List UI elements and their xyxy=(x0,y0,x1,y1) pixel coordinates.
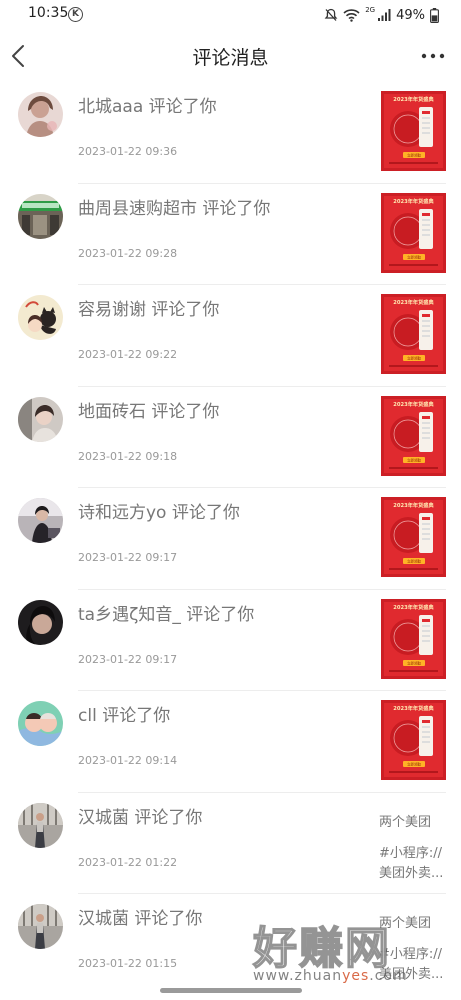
message-title: cll 评论了你 xyxy=(78,706,171,726)
post-thumbnail[interactable]: 2023年年货盛典 立即领取 xyxy=(381,598,446,679)
status-time: 10:35 xyxy=(28,5,69,21)
comment-preview[interactable]: 两个美团 #小程序://美团外卖... xyxy=(379,813,451,884)
svg-text:2023年年货盛典: 2023年年货盛典 xyxy=(393,197,434,205)
message-title: 诗和远方yo 评论了你 xyxy=(78,503,240,523)
nav-bar: 评论消息 xyxy=(0,30,461,82)
svg-text:2023年年货盛典: 2023年年货盛典 xyxy=(393,298,434,306)
message-title: 地面砖石 评论了你 xyxy=(78,401,220,422)
message-timestamp: 2023-01-22 09:17 xyxy=(78,652,178,666)
message-timestamp: 2023-01-22 01:22 xyxy=(78,855,178,869)
page-title: 评论消息 xyxy=(192,47,269,69)
message-timestamp: 2023-01-22 09:36 xyxy=(78,145,178,158)
user-avatar[interactable] xyxy=(18,599,63,645)
svg-text:2023年年货盛典: 2023年年货盛典 xyxy=(393,400,434,408)
user-avatar[interactable] xyxy=(18,802,63,848)
message-timestamp: 2023-01-22 09:28 xyxy=(78,246,178,260)
message-timestamp: 2023-01-22 09:14 xyxy=(78,754,178,767)
post-thumbnail[interactable]: 2023年年货盛典 立即领取 xyxy=(381,91,446,171)
list-item[interactable]: 汉城菌 评论了你 2023-01-22 01:22 两个美团 #小程序://美团… xyxy=(0,793,461,894)
svg-text:立即领取: 立即领取 xyxy=(407,356,421,361)
svg-text:立即领取: 立即领取 xyxy=(407,457,421,462)
post-thumbnail[interactable]: 2023年年货盛典 立即领取 xyxy=(381,497,446,577)
wifi-icon xyxy=(343,9,360,22)
home-indicator[interactable] xyxy=(160,988,302,993)
status-icons: 2G 49% xyxy=(324,5,439,25)
message-title: 曲周县速购超市 评论了你 xyxy=(78,198,271,219)
battery-percent: 49% xyxy=(396,7,425,23)
list-item[interactable]: 汉城菌 评论了你 2023-01-22 01:15 两个美团 #小程序://美团… xyxy=(0,894,461,996)
post-thumbnail[interactable]: 2023年年货盛典 立即领取 xyxy=(381,192,446,273)
user-avatar[interactable] xyxy=(18,904,63,949)
list-item[interactable]: 容易谢谢 评论了你 2023-01-22 09:22 2023年年货盛典 立即领… xyxy=(0,285,461,387)
svg-text:立即领取: 立即领取 xyxy=(407,762,421,767)
comment-preview[interactable]: 两个美团 #小程序://美团外卖... xyxy=(379,914,451,985)
message-timestamp: 2023-01-22 09:18 xyxy=(78,449,178,463)
list-item[interactable]: 曲周县速购超市 评论了你 2023-01-22 09:28 2023年年货盛典 … xyxy=(0,184,461,285)
svg-text:2023年年货盛典: 2023年年货盛典 xyxy=(393,704,434,712)
message-title: 汉城菌 评论了你 xyxy=(78,909,203,929)
list-item[interactable]: 北城aaa 评论了你 2023-01-22 09:36 2023年年货盛典 立即… xyxy=(0,82,461,184)
message-timestamp: 2023-01-22 09:17 xyxy=(78,551,178,564)
comment-preview-text: 两个美团 xyxy=(379,814,432,830)
more-options-icon[interactable] xyxy=(419,46,447,66)
message-title: 北城aaa 评论了你 xyxy=(78,97,217,117)
svg-text:立即领取: 立即领取 xyxy=(407,559,421,564)
user-avatar[interactable] xyxy=(18,701,63,746)
list-item[interactable]: 地面砖石 评论了你 2023-01-22 09:18 2023年年货盛典 立即领… xyxy=(0,387,461,488)
post-thumbnail[interactable]: 2023年年货盛典 立即领取 xyxy=(381,294,446,374)
svg-text:2023年年货盛典: 2023年年货盛典 xyxy=(393,603,434,611)
message-title: 汉城菌 评论了你 xyxy=(78,807,203,828)
comment-preview-link: #小程序://美团外卖... xyxy=(379,845,444,881)
message-timestamp: 2023-01-22 01:15 xyxy=(78,957,178,970)
post-thumbnail[interactable]: 2023年年货盛典 立即领取 xyxy=(381,395,446,476)
svg-text:2023年年货盛典: 2023年年货盛典 xyxy=(393,95,434,103)
list-item[interactable]: ta乡遇ζ知音_ 评论了你 2023-01-22 09:17 2023年年货盛典… xyxy=(0,590,461,691)
svg-text:2023年年货盛典: 2023年年货盛典 xyxy=(393,501,434,509)
comment-preview-link: #小程序://美团外卖... xyxy=(379,947,444,982)
user-avatar[interactable] xyxy=(18,295,63,340)
network-type: 2G xyxy=(365,6,376,14)
mute-icon xyxy=(324,8,338,21)
comment-message-list: 北城aaa 评论了你 2023-01-22 09:36 2023年年货盛典 立即… xyxy=(0,82,461,996)
status-bar: 10:35 K 2G 49% xyxy=(0,0,461,30)
user-avatar[interactable] xyxy=(18,193,63,239)
post-thumbnail[interactable]: 2023年年货盛典 立即领取 xyxy=(381,700,446,780)
svg-text:立即领取: 立即领取 xyxy=(407,153,421,158)
battery-icon xyxy=(430,7,439,23)
message-title: 容易谢谢 评论了你 xyxy=(78,300,220,320)
signal-icon xyxy=(378,9,391,21)
svg-text:立即领取: 立即领取 xyxy=(407,660,421,665)
list-item[interactable]: 诗和远方yo 评论了你 2023-01-22 09:17 2023年年货盛典 立… xyxy=(0,488,461,590)
user-avatar[interactable] xyxy=(18,92,63,137)
message-timestamp: 2023-01-22 09:22 xyxy=(78,348,178,361)
k-app-icon: K xyxy=(68,7,83,22)
user-avatar[interactable] xyxy=(18,396,63,442)
user-avatar[interactable] xyxy=(18,498,63,543)
list-item[interactable]: cll 评论了你 2023-01-22 09:14 2023年年货盛典 立即领取 xyxy=(0,691,461,793)
message-title: ta乡遇ζ知音_ 评论了你 xyxy=(78,604,255,625)
comment-preview-text: 两个美团 xyxy=(379,916,432,931)
svg-text:立即领取: 立即领取 xyxy=(407,254,421,259)
